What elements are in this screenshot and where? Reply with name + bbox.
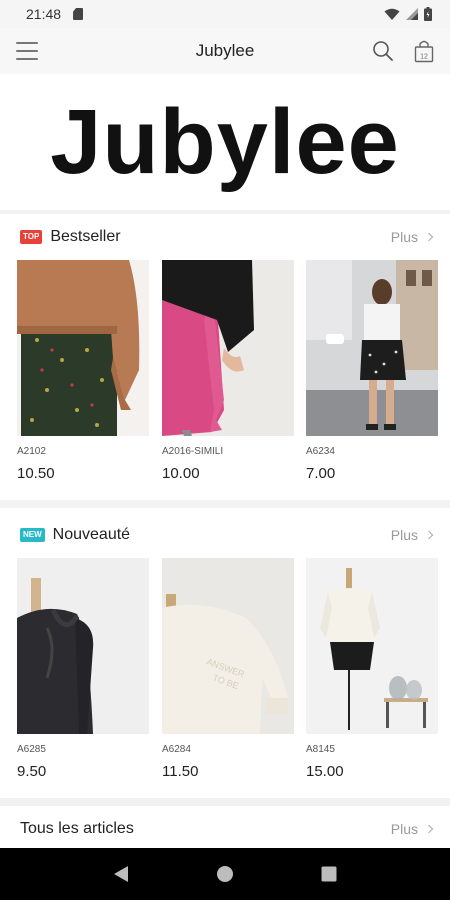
back-icon[interactable] xyxy=(113,865,129,883)
search-icon[interactable] xyxy=(372,40,394,62)
product-image xyxy=(17,260,149,436)
product-price: 10.50 xyxy=(17,465,55,482)
section-header: NEW Nouveauté Plus xyxy=(0,512,450,558)
more-label: Plus xyxy=(390,821,418,837)
more-link-all[interactable]: Plus xyxy=(390,810,434,848)
product-code: A2102 xyxy=(17,446,46,457)
svg-text:12: 12 xyxy=(420,54,428,61)
section-bestseller: TOP Bestseller Plus A2102 10.50 A2016-SI… xyxy=(0,214,450,498)
more-label: Plus xyxy=(390,229,418,245)
product-card[interactable]: A6234 7.00 xyxy=(306,260,438,482)
product-code: A8145 xyxy=(306,744,335,755)
section-header: Tous les articles Plus xyxy=(0,810,450,848)
section-divider xyxy=(0,500,450,508)
banner-logo: Jubylee xyxy=(50,91,400,193)
status-icons xyxy=(384,7,432,21)
product-image xyxy=(306,558,438,734)
banner[interactable]: Jubylee xyxy=(0,74,450,210)
product-code: A6234 xyxy=(306,446,335,457)
product-price: 11.50 xyxy=(162,763,199,780)
product-card[interactable]: A6285 9.50 xyxy=(17,558,149,780)
product-card[interactable]: ANSWER TO BE A6284 11.50 xyxy=(162,558,294,780)
section-divider xyxy=(0,798,450,806)
app-bar: Jubylee 12 xyxy=(0,28,450,74)
section-header: TOP Bestseller Plus xyxy=(0,214,450,260)
signal-icon xyxy=(406,8,418,20)
product-image xyxy=(17,558,149,734)
top-badge: TOP xyxy=(20,230,43,244)
product-code: A2016-SIMILI xyxy=(162,446,224,457)
product-image: ANSWER TO BE xyxy=(162,558,294,734)
chevron-right-icon xyxy=(424,824,434,834)
system-nav-bar xyxy=(0,848,450,900)
chevron-right-icon xyxy=(424,232,434,242)
product-image xyxy=(306,260,438,436)
product-price: 7.00 xyxy=(306,465,336,482)
more-link-bestseller[interactable]: Plus xyxy=(390,214,434,260)
product-row: A2102 10.50 A2016-SIMILI 10.00 A6234 7.0… xyxy=(0,260,450,484)
product-price: 9.50 xyxy=(17,763,47,780)
chevron-right-icon xyxy=(424,530,434,540)
product-card[interactable]: A2102 10.50 xyxy=(17,260,149,482)
status-bar: 21:48 xyxy=(0,0,450,28)
more-link-new[interactable]: Plus xyxy=(390,512,434,558)
wifi-icon xyxy=(384,8,400,20)
recents-icon[interactable] xyxy=(321,866,337,882)
section-title: Bestseller xyxy=(50,228,121,245)
more-label: Plus xyxy=(390,527,418,543)
section-all-articles: Tous les articles Plus xyxy=(0,810,450,848)
product-price: 15.00 xyxy=(306,763,344,780)
sd-card-icon xyxy=(73,8,84,20)
new-badge: NEW xyxy=(20,528,45,542)
shopping-bag-icon[interactable]: 12 xyxy=(414,39,434,63)
section-title: Nouveauté xyxy=(52,526,131,543)
product-code: A6285 xyxy=(17,744,46,755)
product-code: A6284 xyxy=(162,744,191,755)
section-new: NEW Nouveauté Plus A6285 9.50 ANSWER TO … xyxy=(0,512,450,798)
section-title: Tous les articles xyxy=(20,820,134,837)
product-card[interactable]: A8145 15.00 xyxy=(306,558,438,780)
product-row: A6285 9.50 ANSWER TO BE A6284 11.50 A814… xyxy=(0,558,450,782)
status-time: 21:48 xyxy=(26,6,62,22)
battery-icon xyxy=(424,7,432,21)
home-icon[interactable] xyxy=(216,865,234,883)
product-price: 10.00 xyxy=(162,465,200,482)
product-card[interactable]: A2016-SIMILI 10.00 xyxy=(162,260,294,482)
product-image xyxy=(162,260,294,436)
